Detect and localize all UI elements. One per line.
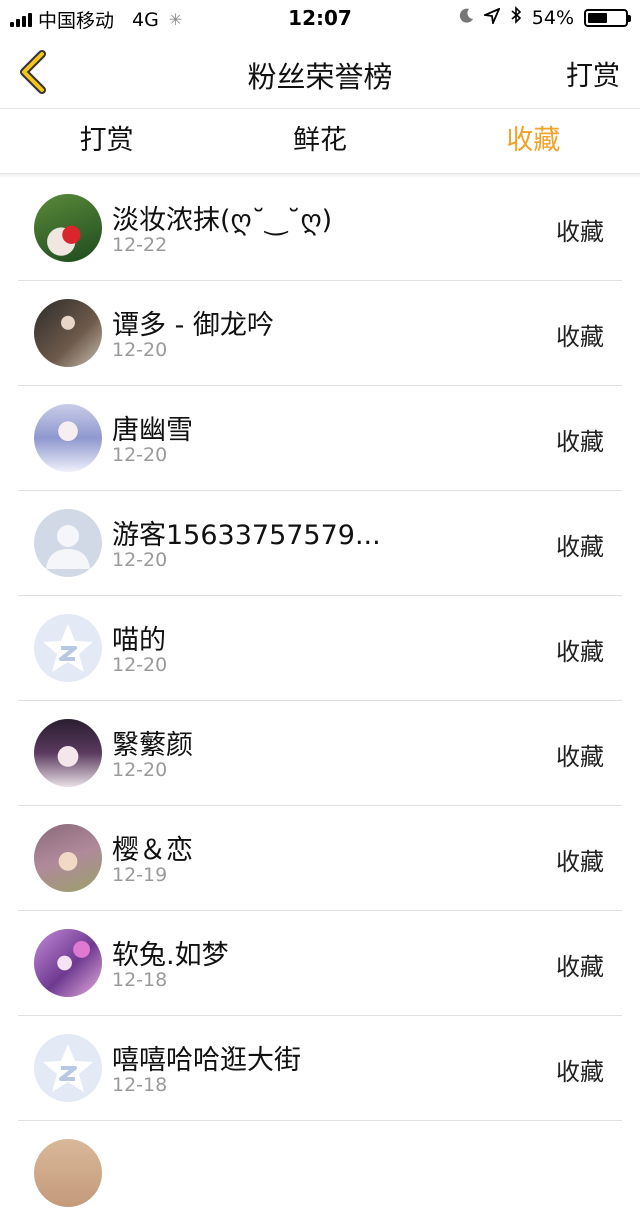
avatar <box>34 299 102 367</box>
action-tag: 收藏 <box>556 1058 604 1086</box>
action-tag: 收藏 <box>556 638 604 666</box>
user-name: 游客15633757579... <box>112 520 381 551</box>
user-name: 淡妆浓抹(ღ˘‿˘ღ) <box>112 205 333 236</box>
user-name: 谭多 - 御龙吟 <box>112 310 274 341</box>
date: 12-18 <box>112 969 168 991</box>
tab-favorites[interactable]: 收藏 <box>427 109 640 173</box>
battery-percent: 54% <box>531 6 574 29</box>
action-tag: 收藏 <box>556 533 604 561</box>
user-name: 樱＆恋 <box>112 835 193 866</box>
tab-bar: 打赏 鲜花 收藏 <box>0 109 640 174</box>
avatar <box>34 194 102 262</box>
user-name: 嘻嘻哈哈逛大街 <box>112 1045 301 1076</box>
avatar <box>34 824 102 892</box>
date: 12-22 <box>112 234 168 256</box>
list-item[interactable]: 樱＆恋 12-19 收藏 <box>18 806 622 911</box>
user-name: 繄蘩颜 <box>112 730 193 761</box>
avatar <box>34 1034 102 1102</box>
action-tag: 收藏 <box>556 218 604 246</box>
date: 12-20 <box>112 549 168 571</box>
tab-flowers[interactable]: 鲜花 <box>213 109 426 173</box>
date: 12-20 <box>112 339 168 361</box>
list-item[interactable]: 谭多 - 御龙吟 12-20 收藏 <box>18 281 622 386</box>
qq-star-icon <box>43 624 93 672</box>
action-tag: 收藏 <box>556 743 604 771</box>
location-icon <box>481 6 501 29</box>
navigation-bar: 粉丝荣誉榜 打赏 <box>0 36 640 109</box>
list-item[interactable]: 软兔.如梦 12-18 收藏 <box>18 911 622 1016</box>
list-item[interactable]: 游客15633757579... 12-20 收藏 <box>18 491 622 596</box>
date: 12-20 <box>112 759 168 781</box>
action-tag: 收藏 <box>556 323 604 351</box>
list-item[interactable]: 嘻嘻哈哈逛大街 12-18 收藏 <box>18 1016 622 1121</box>
moon-icon <box>458 7 474 29</box>
page-title: 粉丝荣誉榜 <box>247 60 393 94</box>
avatar <box>34 614 102 682</box>
avatar <box>34 404 102 472</box>
battery-icon <box>584 8 631 27</box>
avatar <box>34 509 102 577</box>
status-right: 54% <box>458 6 631 29</box>
date: 12-18 <box>112 1074 168 1096</box>
list-item[interactable]: 淡妆浓抹(ღ˘‿˘ღ) 12-22 收藏 <box>18 176 622 281</box>
action-tag: 收藏 <box>556 428 604 456</box>
date: 12-19 <box>112 864 168 886</box>
reward-button[interactable]: 打赏 <box>566 54 620 93</box>
list-item[interactable]: 唐幽雪 12-20 收藏 <box>18 386 622 491</box>
list-item[interactable]: 喵的 12-20 收藏 <box>18 596 622 701</box>
action-tag: 收藏 <box>556 848 604 876</box>
date: 12-20 <box>112 654 168 676</box>
status-bar: 中国移动 4G ✳ 12:07 54% <box>0 0 640 36</box>
tab-reward[interactable]: 打赏 <box>0 109 213 173</box>
list-item-partial[interactable] <box>18 1121 622 1225</box>
action-tag: 收藏 <box>556 953 604 981</box>
bluetooth-icon <box>510 6 522 29</box>
date: 12-20 <box>112 444 168 466</box>
default-person-icon <box>46 525 90 569</box>
avatar <box>34 719 102 787</box>
user-name: 唐幽雪 <box>112 415 193 446</box>
qq-star-icon <box>43 1044 93 1092</box>
fan-list: 淡妆浓抹(ღ˘‿˘ღ) 12-22 收藏 谭多 - 御龙吟 12-20 收藏 唐… <box>18 176 622 1225</box>
avatar <box>34 929 102 997</box>
avatar <box>34 1139 102 1207</box>
list-item[interactable]: 繄蘩颜 12-20 收藏 <box>18 701 622 806</box>
user-name: 软兔.如梦 <box>112 940 229 971</box>
user-name: 喵的 <box>112 625 166 656</box>
